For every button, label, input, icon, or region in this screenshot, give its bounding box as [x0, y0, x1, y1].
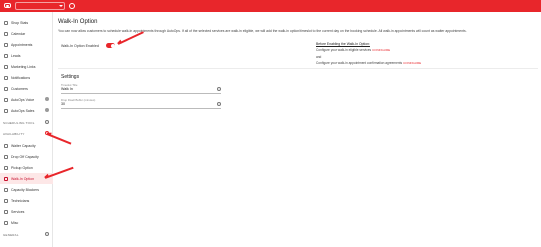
- sidebar-item-leads[interactable]: Leads: [0, 50, 53, 61]
- sidebar-item-calendar[interactable]: Calendar: [0, 28, 53, 39]
- waiter-icon: [4, 143, 8, 148]
- info-icon: [45, 97, 49, 101]
- chart-icon: [4, 20, 8, 25]
- bell-icon[interactable]: [69, 3, 75, 9]
- technician-icon: [4, 198, 8, 203]
- sidebar-item-capacity-blockers[interactable]: Capacity Blockers: [0, 184, 53, 195]
- page-description: You can now allow customers to schedule …: [58, 29, 467, 33]
- expand-icon[interactable]: [45, 120, 49, 124]
- sidebar-item-shop-stats[interactable]: Shop Stats: [0, 17, 53, 28]
- sidebar-item-appointments[interactable]: Appointments: [0, 39, 53, 50]
- annotation-arrow-toggle: [117, 31, 144, 45]
- top-bar: [0, 0, 541, 12]
- pickup-icon: [4, 165, 8, 170]
- help-icon[interactable]: [217, 102, 221, 106]
- requirement-services: Configure your walk-in eligible services…: [316, 48, 391, 52]
- info-icon: [45, 108, 49, 112]
- chevron-down-icon[interactable]: [59, 5, 63, 7]
- sidebar-item-services[interactable]: Services: [0, 206, 53, 217]
- settings-title: Settings: [61, 74, 80, 80]
- sidebar-item-notifications[interactable]: Notifications: [0, 72, 53, 83]
- sidebar-item-waiter-capacity[interactable]: Waiter Capacity: [0, 140, 53, 151]
- drop-off-icon: [4, 154, 8, 159]
- section-scheduling-tool[interactable]: SCHEDULING TOOL: [3, 120, 49, 125]
- link-icon: [4, 64, 8, 69]
- sidebar-item-autoops-sales[interactable]: AutoOps Sales: [0, 105, 53, 116]
- notification-icon: [4, 75, 8, 80]
- brand-logo-icon[interactable]: [4, 3, 11, 8]
- walk-in-icon: [4, 176, 8, 181]
- help-icon[interactable]: [217, 87, 221, 91]
- appointments-icon: [4, 42, 8, 47]
- drop-dwell-buffer-field[interactable]: 30: [61, 101, 221, 109]
- leads-icon: [4, 53, 8, 58]
- services-icon: [4, 209, 8, 214]
- sidebar-item-marketing-links[interactable]: Marketing Links: [0, 61, 53, 72]
- divider: [58, 68, 538, 69]
- voice-icon: [4, 97, 8, 102]
- section-availability[interactable]: AVAILABILITY: [3, 131, 49, 136]
- calendar-icon: [4, 31, 8, 36]
- sidebar-item-technicians[interactable]: Technicians: [0, 195, 53, 206]
- shop-selector[interactable]: [15, 2, 65, 10]
- sales-icon: [4, 108, 8, 113]
- misc-icon: [4, 220, 8, 225]
- timeslot-title-field[interactable]: Walk In: [61, 86, 221, 94]
- expand-icon[interactable]: [45, 232, 49, 236]
- sidebar: Shop Stats Calendar Appointments Leads M…: [0, 12, 53, 247]
- walk-in-toggle-label: Walk-In Option Enabled: [61, 44, 99, 48]
- requirement-agreements: Configure your walk-in appointment confi…: [316, 61, 422, 65]
- before-enabling-title: Before Enabling the Walk-In Option:: [316, 42, 370, 46]
- page-title: Walk-In Option: [58, 19, 98, 25]
- sidebar-item-pickup-option[interactable]: Pickup Option: [0, 162, 53, 173]
- sidebar-item-customers[interactable]: Customers: [0, 83, 53, 94]
- customers-icon: [4, 86, 8, 91]
- section-general[interactable]: GENERAL: [3, 232, 49, 237]
- walk-in-toggle[interactable]: [106, 43, 115, 48]
- blocker-icon: [4, 187, 8, 192]
- sidebar-item-drop-off-capacity[interactable]: Drop Off Capacity: [0, 151, 53, 162]
- configure-services-link[interactable]: CONFIGURE: [372, 48, 390, 52]
- configure-agreements-link[interactable]: CONFIGURE: [403, 61, 421, 65]
- requirement-and: and: [316, 55, 322, 59]
- sidebar-item-misc[interactable]: Misc: [0, 217, 53, 228]
- sidebar-item-autoops-voice[interactable]: AutoOps Voice: [0, 94, 53, 105]
